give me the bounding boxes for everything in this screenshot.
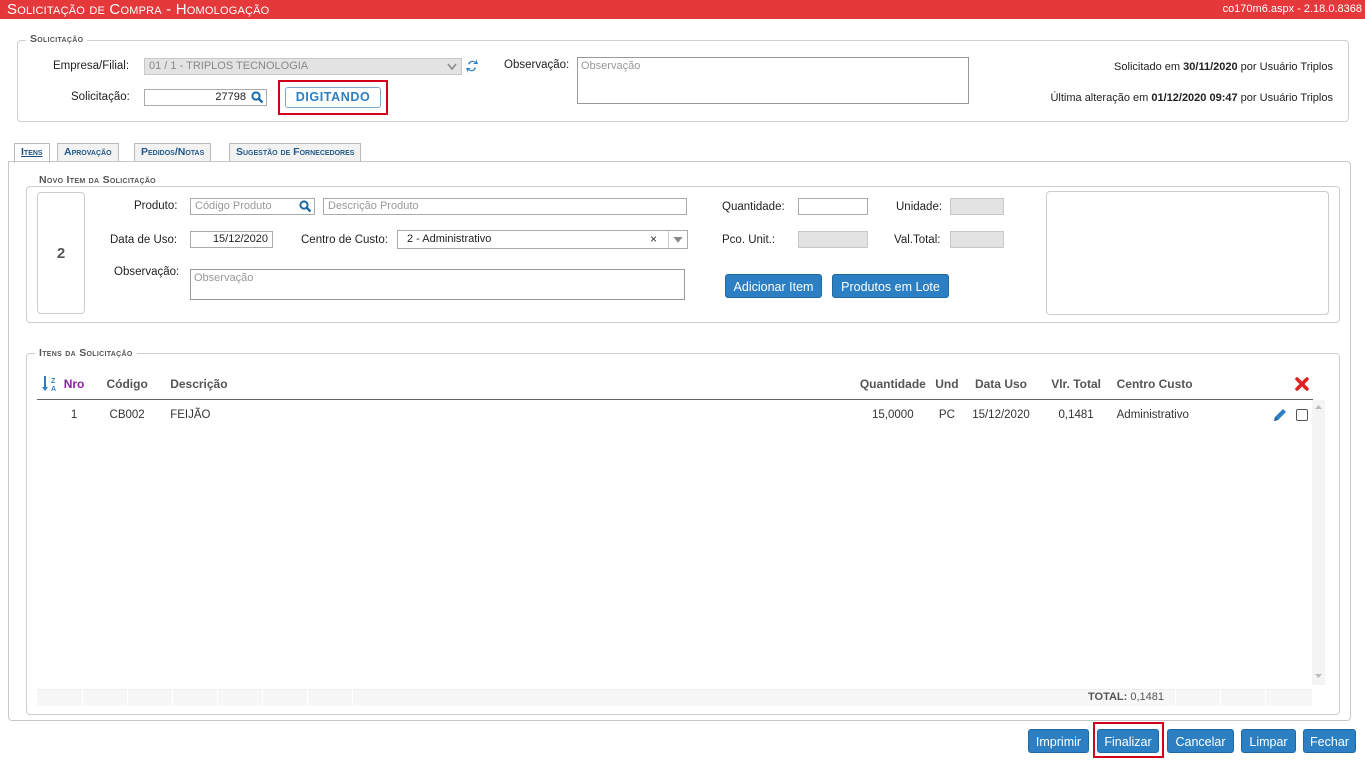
header-divider bbox=[37, 399, 1313, 400]
item-number: 2 bbox=[56, 245, 66, 262]
tab-itens[interactable]: Itens bbox=[14, 143, 50, 163]
cancelar-button[interactable]: Cancelar bbox=[1167, 729, 1234, 753]
table-header-row: Nro Código Descrição Quantidade Und Data… bbox=[37, 369, 1313, 399]
col-centro-custo[interactable]: Centro Custo bbox=[1114, 369, 1269, 399]
itens-legend: Itens da Solicitação bbox=[35, 347, 137, 359]
quantidade-input[interactable] bbox=[798, 198, 868, 215]
scroll-up-icon[interactable] bbox=[1312, 402, 1325, 412]
solicitacao-legend: Solicitação bbox=[26, 33, 88, 45]
status-badge: DIGITANDO bbox=[285, 87, 381, 108]
data-uso-label: Data de Uso: bbox=[110, 234, 178, 246]
item-observacao-label: Observação: bbox=[114, 266, 180, 278]
data-uso-input[interactable]: 15/12/2020 bbox=[190, 231, 273, 248]
observacao-label: Observação: bbox=[504, 59, 570, 71]
unidade-input bbox=[950, 198, 1004, 215]
scroll-down-icon[interactable] bbox=[1312, 671, 1325, 681]
adicionar-item-button[interactable]: Adicionar Item bbox=[725, 274, 822, 298]
product-image-box bbox=[1046, 191, 1329, 315]
col-data-uso[interactable]: Data Uso bbox=[963, 369, 1038, 399]
refresh-icon[interactable] bbox=[465, 58, 479, 74]
col-und[interactable]: Und bbox=[930, 369, 963, 399]
col-vlr-total[interactable]: Vlr. Total bbox=[1039, 369, 1114, 399]
centro-custo-select[interactable]: 2 - Administrativo × bbox=[397, 230, 688, 249]
select-divider bbox=[668, 231, 669, 248]
codigo-produto-input[interactable]: Código Produto bbox=[190, 198, 315, 215]
total-value: 0,1481 bbox=[1130, 691, 1165, 703]
row-checkbox[interactable] bbox=[1295, 408, 1308, 421]
table-row[interactable]: 1 CB002 FEIJÃO 15,0000 PC 15/12/2020 0,1… bbox=[37, 398, 1313, 430]
table-scrollbar[interactable] bbox=[1312, 400, 1325, 685]
cell-centro-custo: Administrativo bbox=[1113, 398, 1269, 430]
val-total-label: Val.Total: bbox=[894, 234, 941, 246]
novo-item-legend: Novo Item da Solicitação bbox=[35, 174, 160, 186]
col-quantidade[interactable]: Quantidade bbox=[855, 369, 930, 399]
imprimir-button[interactable]: Imprimir bbox=[1028, 729, 1089, 753]
item-number-box: 2 bbox=[37, 192, 85, 314]
fechar-button[interactable]: Fechar bbox=[1303, 729, 1356, 753]
solicitado-info: Solicitado em 30/11/2020 por Usuário Tri… bbox=[1114, 61, 1333, 73]
produtos-lote-button[interactable]: Produtos em Lote bbox=[832, 274, 949, 298]
pco-unit-input bbox=[798, 231, 868, 248]
cell-nro: 1 bbox=[61, 398, 88, 430]
observacao-textarea[interactable]: Observação bbox=[577, 57, 969, 104]
tab-sugestao-fornecedores[interactable]: Sugestão de Fornecedores bbox=[229, 143, 362, 161]
tab-aprovacao[interactable]: Aprovação bbox=[57, 143, 119, 161]
search-icon[interactable] bbox=[251, 91, 264, 104]
search-icon[interactable] bbox=[299, 200, 312, 213]
unidade-label: Unidade: bbox=[896, 201, 943, 213]
solicitacao-label: Solicitação: bbox=[71, 91, 130, 103]
delete-all-icon[interactable] bbox=[1295, 377, 1309, 391]
quantidade-label: Quantidade: bbox=[722, 201, 785, 213]
solicitacao-number-input[interactable]: 27798 bbox=[144, 89, 267, 106]
cell-quantidade: 15,0000 bbox=[855, 398, 931, 430]
chevron-down-icon bbox=[673, 236, 683, 243]
col-codigo[interactable]: Código bbox=[87, 369, 167, 399]
cell-descricao: FEIJÃO bbox=[167, 398, 856, 430]
col-nro[interactable]: Nro bbox=[61, 369, 87, 399]
cell-vlr-total: 0,1481 bbox=[1038, 398, 1114, 430]
tab-pedidos-notas[interactable]: Pedidos/Notas bbox=[134, 143, 212, 161]
page-title: Solicitação de Compra - Homologação bbox=[7, 1, 270, 18]
col-descricao[interactable]: Descrição bbox=[167, 369, 855, 399]
chevron-down-icon bbox=[447, 63, 457, 71]
item-observacao-textarea[interactable]: Observação bbox=[190, 269, 685, 300]
produto-label: Produto: bbox=[134, 200, 178, 212]
total-label: TOTAL: 0,1481 bbox=[1088, 691, 1165, 703]
cell-data-uso: 15/12/2020 bbox=[963, 398, 1039, 430]
pco-unit-label: Pco. Unit.: bbox=[722, 234, 776, 246]
page-version: co170m6.aspx - 2.18.0.8368 bbox=[1222, 3, 1362, 15]
limpar-button[interactable]: Limpar bbox=[1241, 729, 1296, 753]
alteracao-info: Última alteração em 01/12/2020 09:47 por… bbox=[1050, 92, 1333, 104]
centro-custo-label: Centro de Custo: bbox=[301, 234, 388, 246]
edit-icon[interactable] bbox=[1272, 407, 1288, 423]
empresa-select[interactable]: 01 / 1 - TRIPLOS TECNOLOGIA bbox=[144, 58, 462, 75]
cell-codigo: CB002 bbox=[87, 398, 168, 430]
clear-icon[interactable]: × bbox=[650, 232, 657, 246]
cell-und: PC bbox=[930, 398, 964, 430]
empresa-label: Empresa/Filial: bbox=[53, 60, 130, 72]
finalizar-button[interactable]: Finalizar bbox=[1097, 729, 1159, 753]
val-total-input bbox=[950, 231, 1004, 248]
descricao-produto-input[interactable]: Descrição Produto bbox=[323, 198, 687, 215]
title-bar: Solicitação de Compra - Homologação co17… bbox=[0, 0, 1365, 19]
